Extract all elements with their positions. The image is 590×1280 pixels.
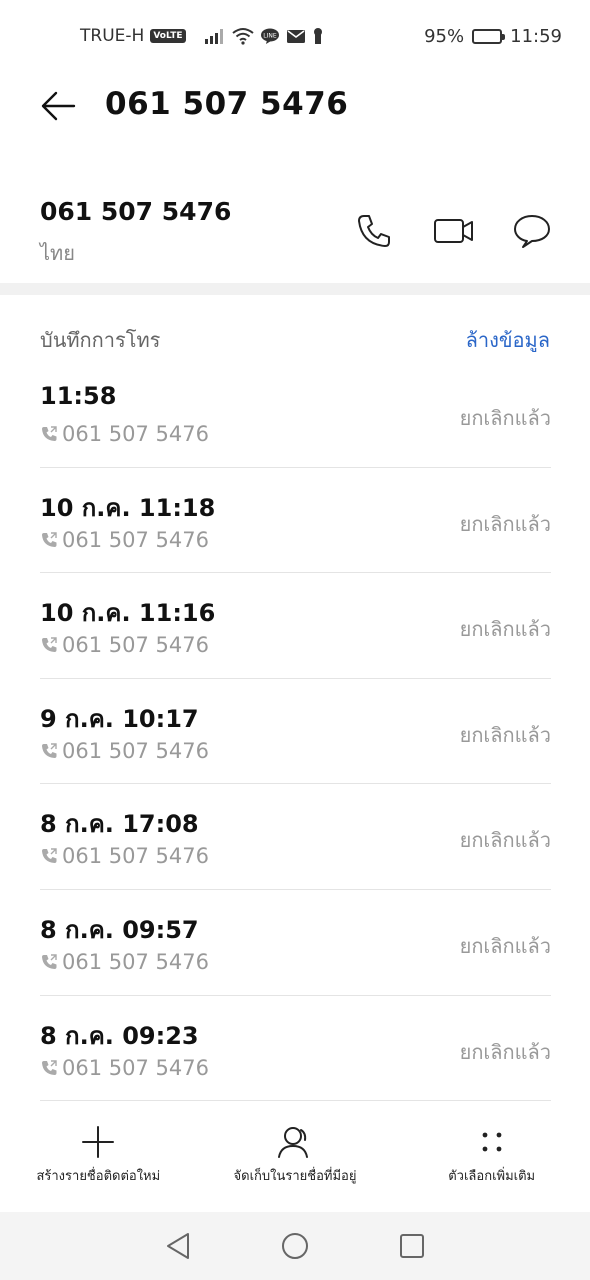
mail-icon: [286, 29, 305, 43]
outgoing-call-icon: [42, 637, 57, 653]
more-dots-icon: [482, 1132, 502, 1152]
back-button[interactable]: [38, 86, 78, 126]
call-number-row: 061 507 5476: [40, 633, 209, 657]
call-time: 8 ก.ค. 09:23: [40, 1021, 199, 1050]
phone-icon: [358, 215, 390, 247]
call-number: 061 507 5476: [62, 633, 209, 658]
call-log-header: บันทึกการโทร ล้างข้อมูล: [40, 320, 550, 356]
nav-recents-button[interactable]: [390, 1224, 434, 1268]
call-status: ยกเลิกแล้ว: [459, 828, 551, 853]
call-status: ยกเลิกแล้ว: [459, 933, 551, 958]
square-recents-icon: [399, 1234, 424, 1258]
nav-back-button[interactable]: [156, 1224, 200, 1268]
outgoing-call-icon: [42, 954, 57, 969]
save-to-existing-button[interactable]: จัดเก็บในรายชื่อที่มีอยู่: [197, 1125, 394, 1210]
battery-percent: 95%: [424, 26, 465, 47]
video-camera-icon: [434, 219, 473, 243]
new-contact-label: สร้างรายชื่อติดต่อใหม่: [36, 1169, 161, 1184]
call-number-row: 061 507 5476: [40, 528, 209, 552]
keyhole-icon: [313, 28, 322, 44]
call-number-row: 061 507 5476: [40, 422, 209, 446]
call-number-row: 061 507 5476: [40, 739, 209, 763]
call-log-item[interactable]: 10 ก.ค. 11:18 061 507 5476 ยกเลิกแล้ว: [40, 468, 551, 574]
call-time: 8 ก.ค. 17:08: [40, 810, 199, 839]
person-icon: [278, 1127, 308, 1158]
volte-badge: VoLTE: [150, 29, 186, 43]
battery-icon: [472, 29, 506, 44]
call-log-item[interactable]: 9 ก.ค. 10:17 061 507 5476 ยกเลิกแล้ว: [40, 679, 551, 785]
call-number-row: 061 507 5476: [40, 844, 209, 868]
plus-icon: [82, 1126, 115, 1158]
call-button[interactable]: [354, 211, 394, 251]
outgoing-call-icon: [42, 1059, 57, 1075]
call-number: 061 507 5476: [62, 527, 209, 552]
clear-log-button[interactable]: ล้างข้อมูล: [466, 324, 550, 356]
system-nav-bar: [0, 1212, 590, 1280]
nav-home-button[interactable]: [273, 1224, 317, 1268]
call-time: 10 ก.ค. 11:16: [40, 599, 216, 628]
app-header: 061 507 5476: [0, 72, 590, 142]
call-log-item[interactable]: 8 ก.ค. 09:23 061 507 5476 ยกเลิกแล้ว: [40, 996, 551, 1102]
status-icons: LINE: [204, 27, 324, 45]
call-log-list: 11:58 061 507 5476 ยกเลิกแล้ว 10 ก.ค. 11:18…: [40, 362, 551, 1102]
more-options-button[interactable]: ตัวเลือกเพิ่มเติม: [393, 1125, 590, 1210]
call-status: ยกเลิกแล้ว: [459, 722, 551, 747]
outgoing-call-icon: [42, 743, 57, 758]
call-time: 11:58: [40, 382, 117, 410]
call-number-row: 061 507 5476: [40, 1056, 209, 1080]
bottom-action-bar: สร้างรายชื่อติดต่อใหม่ จัดเก็บในรายชื่อท…: [0, 1125, 590, 1210]
section-divider: [0, 283, 590, 295]
page-title: 061 507 5476: [105, 86, 349, 122]
outgoing-call-icon: [42, 426, 57, 441]
new-contact-button[interactable]: สร้างรายชื่อติดต่อใหม่: [0, 1125, 197, 1210]
call-status: ยกเลิกแล้ว: [459, 617, 551, 642]
message-button[interactable]: [512, 211, 552, 251]
call-log-item[interactable]: 8 ก.ค. 17:08 061 507 5476 ยกเลิกแล้ว: [40, 784, 551, 890]
call-number: 061 507 5476: [62, 738, 209, 763]
call-time: 10 ก.ค. 11:18: [40, 493, 216, 522]
save-to-existing-label: จัดเก็บในรายชื่อที่มีอยู่: [233, 1169, 357, 1184]
call-time: 9 ก.ค. 10:17: [40, 704, 199, 733]
triangle-back-icon: [167, 1233, 190, 1259]
call-number: 061 507 5476: [62, 422, 209, 446]
status-left: TRUE-H VoLTE LINE: [80, 26, 324, 46]
video-call-button[interactable]: [432, 211, 476, 251]
contact-location: ไทย: [40, 241, 75, 265]
call-status: ยกเลิกแล้ว: [459, 1039, 551, 1064]
line-app-icon: LINE: [260, 28, 279, 44]
call-number-row: 061 507 5476: [40, 950, 209, 974]
call-number: 061 507 5476: [62, 1055, 209, 1080]
wifi-icon: [231, 28, 254, 45]
signal-icon: [204, 29, 223, 44]
circle-home-icon: [281, 1233, 308, 1259]
outgoing-call-icon: [42, 848, 57, 864]
back-arrow-icon: [41, 91, 76, 121]
contact-number: 061 507 5476: [40, 197, 232, 226]
clock: 11:59: [510, 26, 562, 47]
more-options-label: ตัวเลือกเพิ่มเติม: [448, 1169, 536, 1184]
call-log-item[interactable]: 8 ก.ค. 09:57 061 507 5476 ยกเลิกแล้ว: [40, 890, 551, 996]
call-status: ยกเลิกแล้ว: [459, 406, 551, 430]
call-log-item[interactable]: 10 ก.ค. 11:16 061 507 5476 ยกเลิกแล้ว: [40, 573, 551, 679]
call-number: 061 507 5476: [62, 844, 209, 869]
carrier-label: TRUE-H: [80, 26, 145, 46]
outgoing-call-icon: [42, 531, 57, 547]
status-bar: TRUE-H VoLTE LINE 95% 11:59: [0, 0, 590, 72]
call-time: 8 ก.ค. 09:57: [40, 915, 199, 944]
contact-card: 061 507 5476 ไทย: [0, 175, 590, 285]
call-status: ยกเลิกแล้ว: [459, 511, 551, 536]
call-number: 061 507 5476: [62, 949, 209, 974]
call-log-item[interactable]: 11:58 061 507 5476 ยกเลิกแล้ว: [40, 362, 551, 468]
status-right: 95% 11:59: [424, 26, 562, 47]
call-log-title: บันทึกการโทร: [40, 328, 161, 352]
message-bubble-icon: [514, 215, 550, 248]
svg-text:LINE: LINE: [263, 33, 277, 40]
